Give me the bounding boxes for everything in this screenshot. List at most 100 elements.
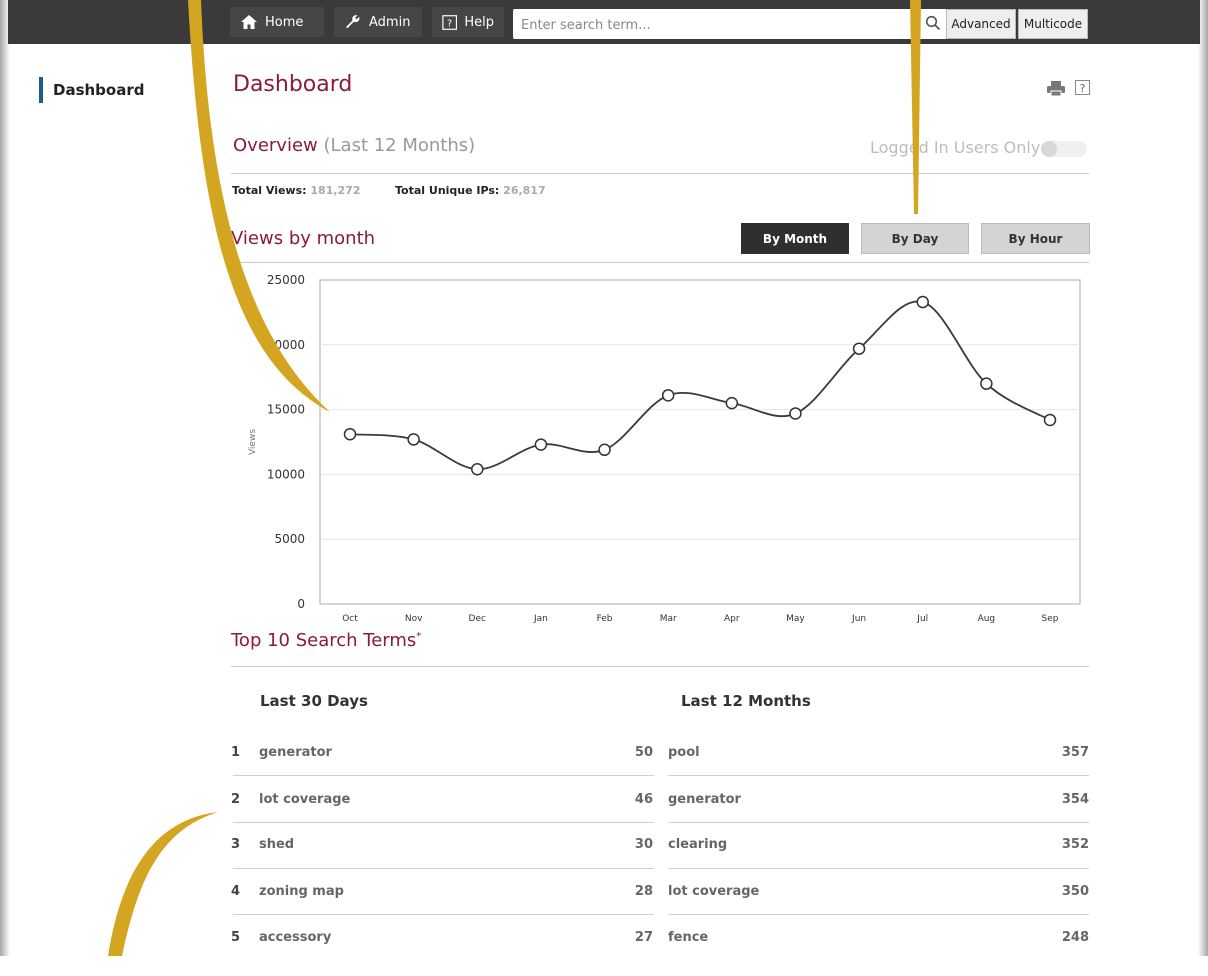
- tab-by-day[interactable]: By Day: [861, 223, 969, 254]
- search-icon[interactable]: [925, 15, 941, 35]
- x-tick-label: Mar: [660, 614, 677, 624]
- data-point-apr[interactable]: [725, 396, 739, 410]
- row-divider: [233, 775, 654, 776]
- x-tick-label: Jul: [916, 614, 928, 624]
- count-30-days: 27: [634, 930, 653, 945]
- window-shadow-right: [1198, 0, 1208, 956]
- term-30-days[interactable]: zoning map: [259, 884, 344, 899]
- table-row: 3 shed 30 clearing 352: [231, 837, 1089, 883]
- table-row: 5 accessory 27 fence 248: [231, 930, 1089, 976]
- row-rank: 2: [231, 792, 241, 807]
- nav-admin-label: Admin: [369, 14, 411, 30]
- term-30-days[interactable]: lot coverage: [259, 792, 350, 807]
- term-12-months[interactable]: clearing: [668, 837, 727, 852]
- search-terms-divider: [231, 666, 1089, 667]
- count-30-days: 46: [634, 792, 653, 807]
- row-rank: 4: [231, 884, 241, 899]
- row-rank: 1: [231, 745, 241, 760]
- row-rank: 5: [231, 930, 241, 945]
- sidebar-item-dashboard[interactable]: Dashboard: [39, 77, 144, 103]
- nav-home-button[interactable]: Home: [230, 7, 324, 37]
- row-divider: [668, 914, 1089, 915]
- tab-by-month[interactable]: By Month: [741, 223, 849, 254]
- views-line-chart: 0 5000 10000 15000 20000 25000 Oct Nov Dec Jan Fe…: [248, 273, 1081, 624]
- y-axis-label: Views: [248, 429, 258, 455]
- count-30-days: 50: [634, 745, 653, 760]
- advanced-search-button[interactable]: Advanced: [946, 9, 1016, 39]
- row-divider: [233, 914, 654, 915]
- overview-divider: [231, 173, 1089, 174]
- term-30-days[interactable]: accessory: [259, 930, 331, 945]
- term-30-days[interactable]: shed: [259, 837, 294, 852]
- data-point-feb[interactable]: [598, 443, 611, 457]
- term-12-months[interactable]: lot coverage: [668, 884, 759, 899]
- plot-area: [319, 279, 1081, 605]
- nav-home-label: Home: [265, 14, 304, 30]
- row-divider: [668, 822, 1089, 823]
- last-12-months-heading: Last 12 Months: [681, 692, 811, 710]
- overview-title: Overview: [233, 135, 318, 156]
- x-tick-label: Jan: [533, 614, 548, 624]
- multicode-button[interactable]: Multicode: [1018, 9, 1088, 39]
- term-12-months[interactable]: generator: [668, 792, 741, 807]
- data-point-sep[interactable]: [1043, 413, 1057, 427]
- logged-in-toggle-label: Logged In Users Only: [870, 138, 1041, 157]
- total-views-value: 181,272: [310, 184, 361, 197]
- data-point-oct[interactable]: [343, 427, 357, 441]
- x-tick-label: May: [786, 614, 805, 624]
- y-tick-label: 25000: [267, 273, 305, 287]
- count-12-months: 352: [1061, 837, 1089, 852]
- page-title: Dashboard: [233, 72, 353, 97]
- logged-in-users-toggle[interactable]: [1041, 141, 1087, 157]
- search-box: [513, 9, 947, 39]
- count-30-days: 28: [634, 884, 653, 899]
- y-tick-label: 5000: [274, 532, 305, 546]
- data-point-mar[interactable]: [661, 389, 675, 402]
- count-30-days: 30: [634, 837, 653, 852]
- search-terms-footnote-mark: *: [416, 631, 422, 642]
- nav-admin-button[interactable]: Admin: [334, 7, 422, 37]
- y-tick-label: 10000: [267, 467, 305, 481]
- x-tick-label: Nov: [405, 614, 423, 624]
- svg-text:?: ?: [447, 18, 452, 29]
- tab-by-hour[interactable]: By Hour: [981, 223, 1090, 254]
- data-point-aug[interactable]: [980, 377, 993, 390]
- search-input[interactable]: [519, 13, 913, 37]
- data-point-jan[interactable]: [534, 438, 548, 451]
- total-unique-ips: Total Unique IPs: 26,817: [395, 184, 546, 197]
- data-point-jul[interactable]: [916, 295, 929, 309]
- views-chart-title: Views by month: [231, 228, 376, 249]
- term-12-months[interactable]: fence: [668, 930, 708, 945]
- table-row: 4 zoning map 28 lot coverage 350: [231, 884, 1089, 930]
- data-point-may[interactable]: [789, 407, 802, 420]
- term-30-days[interactable]: generator: [259, 745, 332, 760]
- window-shadow-left: [0, 0, 10, 956]
- count-12-months: 248: [1061, 930, 1089, 945]
- data-point-dec[interactable]: [471, 462, 484, 476]
- nav-help-button[interactable]: ? Help: [432, 7, 504, 37]
- count-12-months: 357: [1061, 745, 1089, 760]
- term-12-months[interactable]: pool: [668, 745, 700, 760]
- gold-ribbon-bottom-left: [108, 812, 218, 956]
- data-point-nov[interactable]: [407, 433, 420, 446]
- x-tick-label: Apr: [724, 614, 740, 624]
- chart-divider: [231, 262, 1089, 263]
- printer-icon[interactable]: [1046, 80, 1066, 101]
- help-icon: ?: [442, 14, 458, 30]
- y-tick-label: 20000: [267, 338, 305, 352]
- top-nav-bar: Home Admin ? Help Advanced Multicode: [8, 0, 1200, 44]
- row-divider: [668, 775, 1089, 776]
- data-point-jun[interactable]: [852, 342, 866, 355]
- search-terms-title-text: Top 10 Search Terms: [231, 630, 417, 651]
- x-tick-label: Oct: [342, 614, 358, 624]
- overview-heading: Overview (Last 12 Months): [233, 135, 475, 156]
- overview-subtitle: (Last 12 Months): [323, 135, 476, 156]
- row-divider: [233, 868, 654, 869]
- total-views-label: Total Views:: [232, 184, 307, 197]
- nav-help-label: Help: [464, 14, 494, 30]
- row-divider: [233, 822, 654, 823]
- x-tick-label: Dec: [469, 614, 486, 624]
- x-tick-label: Jun: [851, 614, 866, 624]
- row-rank: 3: [231, 837, 241, 852]
- page-help-icon[interactable]: ?: [1075, 80, 1090, 95]
